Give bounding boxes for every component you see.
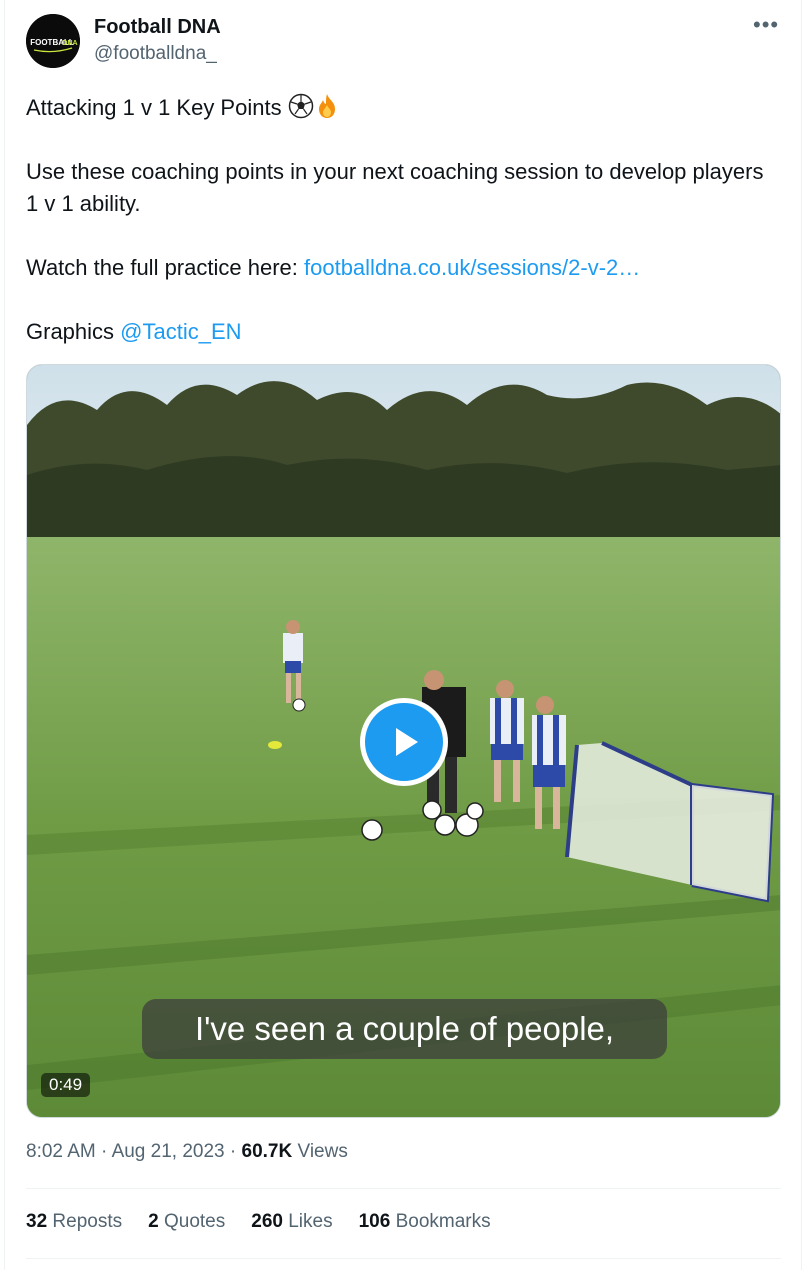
quotes-label: Quotes: [163, 1211, 226, 1232]
video-player[interactable]: I've seen a couple of people, 0:49: [26, 364, 781, 1118]
soccer-ball-icon: [288, 93, 314, 128]
mention-link[interactable]: @Tactic_EN: [120, 319, 241, 344]
tweet-paragraph: Use these coaching points in your next c…: [26, 159, 764, 216]
play-icon: [396, 728, 418, 756]
video-caption: I've seen a couple of people,: [142, 999, 667, 1059]
football-dna-logo-icon: FOOTBALL DNA: [26, 14, 80, 68]
link-prefix: Watch the full practice here:: [26, 255, 298, 280]
likes-count: 260: [251, 1211, 283, 1232]
views-label: Views: [297, 1141, 348, 1162]
quotes-stat[interactable]: 2 Quotes: [148, 1211, 225, 1233]
svg-text:DNA: DNA: [62, 40, 77, 47]
tweet-title: Attacking 1 v 1 Key Points: [26, 95, 282, 120]
more-options-icon[interactable]: •••: [753, 12, 779, 38]
bookmarks-label: Bookmarks: [395, 1211, 491, 1232]
divider: [26, 1258, 781, 1259]
quotes-count: 2: [148, 1211, 159, 1232]
views-count: 60.7K: [241, 1141, 293, 1162]
play-button[interactable]: [360, 698, 448, 786]
reposts-stat[interactable]: 32 Reposts: [26, 1211, 122, 1233]
credit-prefix: Graphics: [26, 319, 115, 344]
likes-label: Likes: [288, 1211, 333, 1232]
fire-icon: [314, 93, 340, 128]
tweet-line-1: Attacking 1 v 1 Key Points: [26, 92, 340, 128]
tweet-card: FOOTBALL DNA Football DNA @footballdna_ …: [4, 0, 802, 1270]
engagement-stats: 32 Reposts 2 Quotes 260 Likes 106 Bookma…: [26, 1211, 491, 1233]
meta-separator: ·: [229, 1141, 242, 1162]
bookmarks-stat[interactable]: 106 Bookmarks: [359, 1211, 491, 1233]
reposts-count: 32: [26, 1211, 48, 1232]
bookmarks-count: 106: [358, 1211, 391, 1232]
meta-separator: ·: [101, 1141, 112, 1162]
tweet-time[interactable]: 8:02 AM: [26, 1141, 96, 1162]
author-name[interactable]: Football DNA: [94, 16, 221, 39]
tweet-date[interactable]: Aug 21, 2023: [112, 1141, 225, 1162]
session-link[interactable]: footballdna.co.uk/sessions/2-v-2…: [304, 255, 640, 280]
tweet-link-line: Watch the full practice here: footballdn…: [26, 252, 640, 284]
author-handle[interactable]: @footballdna_: [94, 43, 217, 65]
tweet-meta: 8:02 AM · Aug 21, 2023 · 60.7K Views: [26, 1141, 348, 1163]
divider: [26, 1188, 781, 1189]
avatar[interactable]: FOOTBALL DNA: [26, 14, 80, 68]
reposts-label: Reposts: [52, 1211, 123, 1232]
tweet-credit-line: Graphics @Tactic_EN: [26, 316, 242, 348]
likes-stat[interactable]: 260 Likes: [251, 1211, 332, 1233]
video-duration: 0:49: [41, 1073, 91, 1097]
